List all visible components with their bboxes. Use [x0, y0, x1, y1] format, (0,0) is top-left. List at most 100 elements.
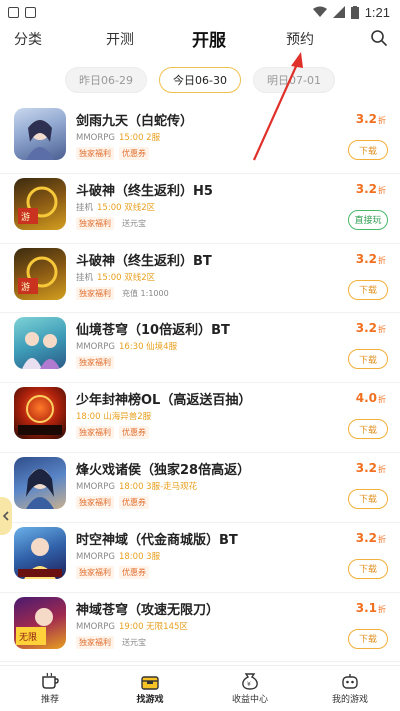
tab-reserve[interactable]: 预约	[286, 29, 314, 49]
game-genre: MMORPG	[76, 133, 115, 143]
tag-benefit: 独家福利	[76, 565, 114, 579]
game-name: 神域苍穹（攻速无限刀）	[76, 602, 220, 618]
list-item[interactable]: 时空神域（代金商城版）BT MMORPG 18:00 3服 独家福利 优惠券 3.…	[0, 523, 400, 593]
game-genre: MMORPG	[76, 342, 115, 353]
tag-benefit: 独家福利	[76, 286, 114, 300]
app-icon	[25, 6, 36, 18]
game-meta: MMORPG 19:00 无限145区	[76, 620, 188, 632]
svg-text:游: 游	[21, 211, 30, 223]
list-item[interactable]: 游 斗破神（终生返利）BT 挂机 15:00 双线2区 独家福利 充值 1:100…	[0, 244, 400, 314]
discount-value: 3.2	[355, 112, 377, 126]
tag-coupon: 优惠券	[119, 147, 149, 160]
tag-ingot: 送元宝	[122, 637, 146, 647]
signal-icon	[332, 6, 345, 18]
discount-badge: 3.2折	[356, 321, 386, 335]
game-genre: MMORPG	[76, 551, 115, 562]
discount-unit: 折	[378, 255, 386, 265]
discount-badge: 3.2折	[356, 531, 386, 545]
cup-icon	[42, 672, 59, 689]
nav-recommend[interactable]: 推荐	[0, 666, 100, 711]
discount-value: 3.2	[355, 530, 377, 545]
download-button[interactable]: 下载	[348, 140, 388, 160]
side-float-handle[interactable]	[0, 497, 12, 535]
game-genre: MMORPG	[76, 621, 115, 632]
chevron-left-icon	[2, 511, 9, 521]
list-item[interactable]: 仙境苍穹（10倍返利）BT MMORPG 16:30 仙境4服 独家福利 3.2折…	[0, 313, 400, 384]
date-tomorrow[interactable]: 明日07-01	[253, 67, 335, 93]
game-thumbnail	[14, 526, 66, 579]
game-meta: 18:00 山海异兽2服	[76, 410, 151, 422]
discount-unit: 折	[378, 185, 386, 195]
nav-my-games[interactable]: 我的游戏	[300, 666, 400, 711]
game-name: 少年封神榜OL（高返送百抽）	[76, 393, 252, 409]
discount-badge: 3.2折	[356, 252, 386, 266]
discount-value: 3.1	[355, 600, 377, 615]
svg-text:无限: 无限	[19, 632, 37, 643]
game-genre: 挂机	[76, 272, 94, 283]
download-button[interactable]: 下载	[348, 419, 388, 440]
tag-coupon: 优惠券	[119, 565, 149, 579]
play-now-button[interactable]: 直接玩	[348, 209, 388, 230]
tag-coupon: 优惠券	[119, 495, 149, 509]
discount-value: 3.2	[355, 251, 377, 266]
server-time: 18:00 山海异兽2服	[76, 412, 152, 423]
game-meta: MMORPG 18:00 3服	[76, 550, 160, 562]
download-button[interactable]: 下载	[348, 279, 388, 300]
tag-benefit: 独家福利	[76, 426, 114, 440]
svg-text:游: 游	[21, 281, 30, 293]
game-meta: MMORPG 15:00 2服	[76, 131, 160, 143]
download-button[interactable]: 下载	[348, 558, 388, 579]
nav-label: 推荐	[40, 695, 59, 705]
tag-benefit: 独家福利	[76, 216, 114, 230]
tab-server-open[interactable]: 开服	[192, 26, 226, 51]
discount-badge: 3.2折	[356, 112, 386, 126]
discount-unit: 折	[378, 116, 386, 125]
date-yesterday[interactable]: 昨日06-29	[65, 67, 147, 93]
server-time: 16:30 仙境4服	[118, 342, 178, 353]
game-tags: 独家福利	[76, 356, 114, 370]
server-time: 15:00 双线2区	[97, 272, 156, 283]
game-tags: 独家福利 送元宝	[76, 635, 149, 649]
list-item[interactable]: 无限 神域苍穹（攻速无限刀） MMORPG 19:00 无限145区 独家福利 送…	[0, 593, 400, 663]
nav-earnings[interactable]: ¥ 收益中心	[200, 666, 300, 711]
date-selector: 昨日06-29 今日06-30 明日07-01	[0, 58, 400, 102]
tag-benefit: 独家福利	[76, 147, 114, 160]
discount-badge: 3.1折	[356, 601, 386, 615]
game-meta: 挂机 15:00 双线2区	[76, 201, 155, 213]
game-tags: 独家福利 送元宝	[76, 216, 149, 230]
server-time: 19:00 无限145区	[118, 621, 188, 632]
list-item[interactable]: 剑雨九天（白蛇传） MMORPG 15:00 2服 独家福利 优惠券 3.2折 下…	[0, 104, 400, 174]
tab-test[interactable]: 开测	[106, 29, 134, 49]
discount-unit: 折	[378, 395, 386, 405]
battery-icon	[350, 5, 359, 19]
discount-badge: 3.2折	[356, 182, 386, 196]
tag-recharge: 充值 1:1000	[122, 288, 169, 298]
tag-benefit: 独家福利	[76, 356, 114, 370]
notification-icons	[8, 6, 36, 18]
tab-category[interactable]: 分类	[14, 29, 42, 49]
nav-label: 我的游戏	[331, 695, 368, 705]
nav-find-games[interactable]: 找游戏	[100, 666, 200, 711]
date-today[interactable]: 今日06-30	[159, 67, 241, 93]
game-thumbnail: 游	[14, 177, 66, 230]
download-button[interactable]: 下载	[348, 488, 388, 509]
clock: 1:21	[364, 4, 390, 20]
download-button[interactable]: 下载	[348, 628, 388, 649]
game-name: 时空神域（代金商城版）BT	[76, 532, 238, 548]
top-tabs: 分类 开测 开服 预约	[0, 24, 400, 54]
money-bag-icon: ¥	[242, 673, 258, 690]
game-meta: MMORPG 16:30 仙境4服	[76, 340, 177, 352]
search-icon[interactable]	[370, 29, 388, 47]
game-tags: 独家福利 优惠券	[76, 565, 149, 579]
download-button[interactable]: 下载	[348, 349, 388, 370]
list-item[interactable]: 游 斗破神（终生返利）H5 挂机 15:00 双线2区 独家福利 送元宝 3.2折…	[0, 174, 400, 244]
list-item[interactable]: 少年封神榜OL（高返送百抽） 18:00 山海异兽2服 独家福利 优惠券 4.0…	[0, 383, 400, 453]
discount-unit: 折	[378, 464, 386, 474]
tag-coupon: 优惠券	[119, 426, 149, 440]
game-name: 烽火戏诸侯（独家28倍高返）	[76, 462, 251, 478]
nav-label: 找游戏	[136, 695, 164, 705]
game-meta: 挂机 15:00 双线2区	[76, 271, 155, 283]
discount-value: 3.2	[355, 321, 377, 336]
list-item[interactable]: 烽火戏诸侯（独家28倍高返） MMORPG 18:00 3服-走马观花 独家福利 …	[0, 453, 400, 523]
game-thumbnail	[14, 456, 66, 509]
